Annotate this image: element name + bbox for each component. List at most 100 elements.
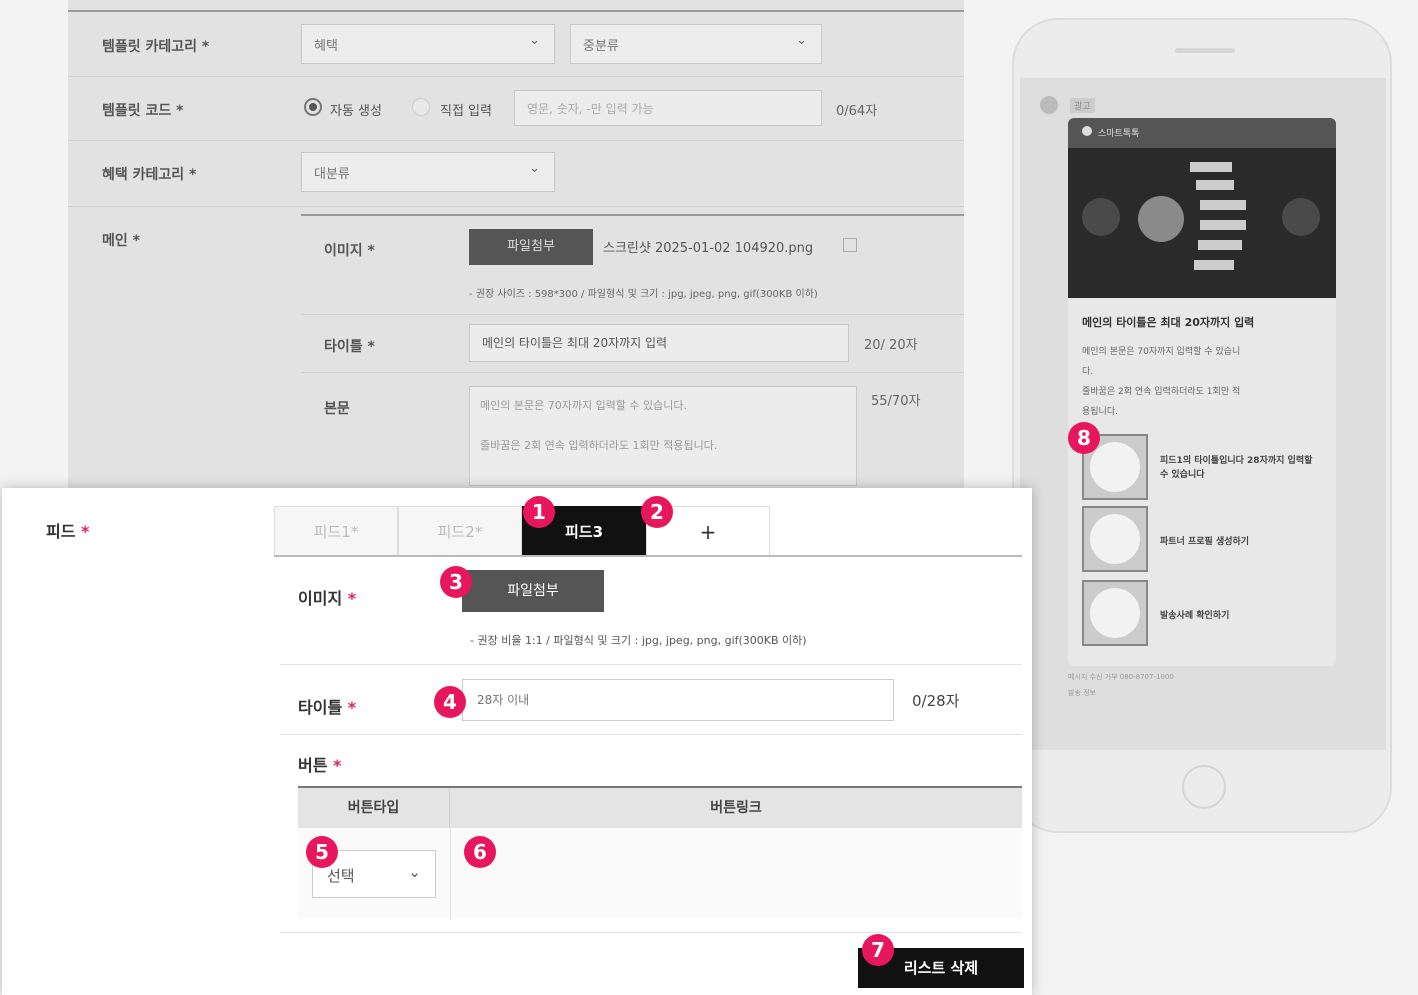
marker-8: 8: [1068, 422, 1100, 454]
card-header-text: 스마트톡톡: [1098, 129, 1140, 139]
divider: [301, 372, 964, 373]
radio-auto-label: 자동 생성: [330, 104, 382, 119]
template-form-background: 템플릿 카테고리 * 혜택 ⌄ 중분류 ⌄ 템플릿 코드 * 자동 생성 직접 입력…: [68, 0, 964, 495]
radio-auto[interactable]: [304, 98, 322, 116]
main-label: 메인 *: [102, 233, 140, 249]
divider: [280, 664, 1022, 665]
benefit-major-select[interactable]: 대분류 ⌄: [301, 152, 555, 192]
divider: [68, 140, 964, 141]
feed-title-count: 0/28자: [912, 692, 960, 710]
card-main-image: [1068, 148, 1336, 298]
benefit-category-label: 혜택 카테고리 *: [102, 167, 197, 183]
chevron-down-icon: ⌄: [529, 33, 540, 48]
radio-manual[interactable]: [412, 98, 430, 116]
divider: [280, 932, 1022, 933]
diagram-bar: [1190, 162, 1232, 172]
category-minor-select[interactable]: 중분류 ⌄: [570, 24, 822, 64]
preview-footer-1: 메시지 수신 거부 080-8707-1000: [1068, 673, 1174, 681]
phone-screen: 광고 스마트톡톡 메인의 타이틀은 최대 20자까지 입력 메인의 본문은 70…: [1020, 78, 1386, 750]
preview-feed-title-1: 피드1의 타이틀입니다 28자까지 입력할 수 있습니다: [1160, 456, 1313, 480]
preview-card: 스마트톡톡 메인의 타이틀은 최대 20자까지 입력 메인의 본문은 70자까지…: [1068, 118, 1336, 666]
chevron-down-icon: ⌄: [408, 863, 421, 881]
feed-title-label: 타이틀 *: [298, 698, 357, 717]
tab-underline: [274, 555, 1022, 557]
diagram-bar: [1200, 220, 1246, 230]
feed-thumb-2: [1082, 506, 1148, 572]
marker-1: 1: [523, 496, 555, 528]
top-rule: [68, 10, 964, 12]
feed-thumb-3: [1082, 580, 1148, 646]
diagram-bar: [1198, 240, 1242, 250]
main-body-line1: 메인의 본문은 70자까지 입력할 수 있습니다.: [480, 399, 688, 412]
divider: [301, 314, 964, 315]
template-code-input[interactable]: 영문, 숫자, -만 입력 가능: [514, 90, 822, 126]
diagram-bar: [1194, 260, 1234, 270]
avatar-icon: [1040, 96, 1058, 114]
marker-4: 4: [434, 686, 466, 718]
feed-title-input[interactable]: [462, 679, 894, 721]
divider: [280, 734, 1022, 735]
preview-body-line: 줄바꿈은 2회 연속 입력하더라도 1회만 적: [1082, 387, 1241, 397]
col-button-type: 버튼타입: [298, 788, 450, 828]
col-button-link: 버튼링크: [710, 800, 762, 816]
divider: [68, 206, 964, 207]
preview-feed-title-3: 발송사례 확인하기: [1160, 611, 1230, 621]
preview-feed-title-2: 파트너 프로필 생성하기: [1160, 537, 1250, 547]
button-type-value: 선택: [327, 867, 355, 885]
column-divider: [450, 828, 451, 920]
main-image-note: - 권장 사이즈 : 598*300 / 파일형식 및 크기 : jpg, jp…: [469, 289, 818, 300]
code-char-count: 0/64자: [836, 104, 878, 119]
main-image-label: 이미지 *: [324, 243, 375, 259]
chevron-down-icon: ⌄: [529, 161, 540, 176]
feed-image-label: 이미지 *: [298, 589, 357, 608]
main-body-line2: 줄바꿈은 2회 연속 입력하더라도 1회만 적용됩니다.: [480, 439, 718, 452]
marker-7: 7: [862, 934, 894, 966]
preview-footer-2: 발송 정보: [1068, 689, 1096, 697]
diagram-center-circle: [1138, 196, 1184, 242]
template-code-label: 템플릿 코드 *: [102, 103, 184, 119]
attached-file-name: 스크린샷 2025-01-02 104920.png: [603, 241, 814, 256]
radio-manual-label: 직접 입력: [440, 104, 492, 119]
preview-body-line: 용됩니다.: [1082, 407, 1118, 417]
main-title-label: 타이틀 *: [324, 339, 375, 355]
feed-label: 피드 *: [46, 522, 90, 541]
talk-icon: [1082, 126, 1092, 136]
preview-body-line: 다.: [1082, 367, 1094, 377]
thumb-circle: [1090, 588, 1140, 638]
main-attach-button[interactable]: 파일첨부: [469, 229, 593, 265]
diagram-bar: [1196, 180, 1234, 190]
chevron-down-icon: ⌄: [796, 33, 807, 48]
thumb-circle: [1090, 442, 1140, 492]
marker-2: 2: [641, 496, 673, 528]
category-major-select[interactable]: 혜택 ⌄: [301, 24, 555, 64]
preview-body-line: 메인의 본문은 70자까지 입력할 수 있습니: [1082, 347, 1241, 357]
feed-button-label: 버튼 *: [298, 756, 342, 775]
button-table: 버튼타입 버튼링크 선택 ⌄: [298, 786, 1022, 920]
remove-file-icon[interactable]: [843, 238, 857, 252]
diagram-right-circle: [1282, 198, 1320, 236]
main-title-input[interactable]: 메인의 타이틀은 최대 20자까지 입력: [469, 324, 849, 362]
marker-5: 5: [306, 836, 338, 868]
diagram-left-circle: [1082, 198, 1120, 236]
thumb-circle: [1090, 514, 1140, 564]
main-body-textarea[interactable]: 메인의 본문은 70자까지 입력할 수 있습니다. 줄바꿈은 2회 연속 입력하…: [469, 386, 857, 486]
tab-feed-2[interactable]: 피드2*: [398, 506, 522, 556]
preview-main-title: 메인의 타이틀은 최대 20자까지 입력: [1082, 316, 1255, 329]
feed-attach-button[interactable]: 파일첨부: [462, 570, 604, 612]
feed-image-note: - 권장 비율 1:1 / 파일형식 및 크기 : jpg, jpeg, png…: [470, 634, 807, 647]
diagram-bar: [1200, 200, 1246, 210]
main-title-count: 20/ 20자: [864, 338, 918, 353]
main-body-label: 본문: [324, 401, 350, 417]
main-body-count: 55/70자: [871, 394, 921, 409]
main-section-rule: [301, 214, 964, 216]
card-header: 스마트톡톡: [1068, 118, 1336, 148]
phone-speaker: [1175, 48, 1235, 53]
phone-home-button: [1182, 765, 1226, 809]
template-category-label: 템플릿 카테고리 *: [102, 39, 210, 55]
tab-feed-1[interactable]: 피드1*: [274, 506, 398, 556]
marker-6: 6: [464, 836, 496, 868]
divider: [68, 76, 964, 77]
preview-main-body: 메인의 본문은 70자까지 입력할 수 있습니 다. 줄바꿈은 2회 연속 입력…: [1082, 342, 1240, 422]
sender-label: 광고: [1070, 98, 1095, 113]
marker-3: 3: [440, 566, 472, 598]
